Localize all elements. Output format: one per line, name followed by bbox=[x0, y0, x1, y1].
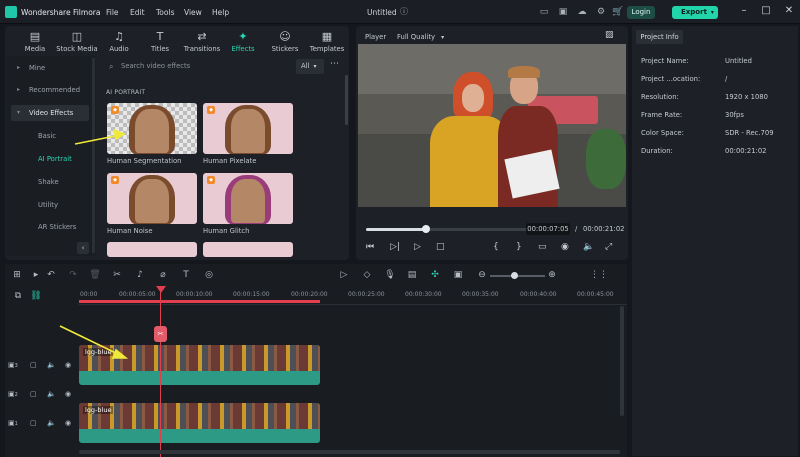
annotation-arrow bbox=[74, 128, 126, 145]
annotation-arrows bbox=[59, 128, 129, 359]
annotation-arrow bbox=[59, 325, 129, 359]
